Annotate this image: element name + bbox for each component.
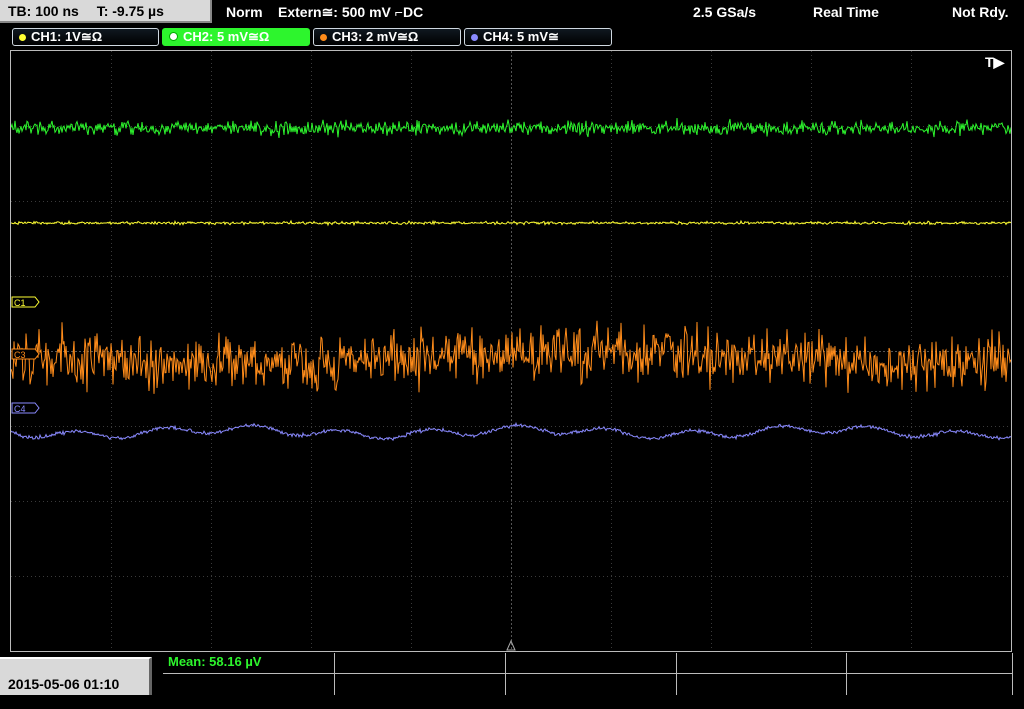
measurement-cell-mean[interactable]: Mean: 58.16 µV: [163, 653, 335, 674]
channel-tab-row: CH1: 1V≅Ω CH2: 5 mV≅Ω CH3: 2 mV≅Ω CH4: 5…: [0, 26, 1024, 48]
ch1-dot-icon: [19, 34, 26, 41]
tab-ch1[interactable]: CH1: 1V≅Ω: [12, 28, 159, 46]
datetime-display: 2015-05-06 01:10: [0, 657, 152, 695]
ch1-label: CH1: 1V≅Ω: [31, 29, 103, 44]
ch2-trace: [11, 118, 1011, 138]
timebase-box[interactable]: TB: 100 ns T: -9.75 µs: [0, 0, 212, 23]
ch1-marker-label: C1: [14, 298, 26, 308]
tab-ch3[interactable]: CH3: 2 mV≅Ω: [313, 28, 461, 46]
top-status-bar: TB: 100 ns T: -9.75 µs Norm Extern≅: 500…: [0, 0, 1024, 26]
trigger-source[interactable]: Extern≅: 500 mV ⌐DC: [278, 0, 423, 24]
measurement-panel: Mean: 58.16 µV: [163, 653, 1013, 695]
measurement-cell[interactable]: [677, 653, 847, 674]
waveform-svg: C1 C3 C4 T▶: [11, 51, 1011, 651]
ch3-marker-label: C3: [14, 350, 26, 360]
ch2-label: CH2: 5 mV≅Ω: [183, 29, 270, 44]
tab-ch4[interactable]: CH4: 5 mV≅: [464, 28, 612, 46]
ch4-marker-label: C4: [14, 404, 26, 414]
measurement-cell[interactable]: [335, 653, 506, 674]
tab-ch2[interactable]: CH2: 5 mV≅Ω: [162, 28, 310, 46]
acquisition-status: Not Rdy.: [952, 4, 1009, 20]
ch3-marker[interactable]: C3: [11, 348, 40, 360]
waveform-display[interactable]: C1 C3 C4 T▶: [10, 50, 1012, 652]
ch4-dot-icon: [471, 34, 478, 41]
ch2-dot-icon: [169, 32, 178, 41]
ch4-marker[interactable]: C4: [11, 402, 40, 414]
acquisition-mode: Real Time: [813, 4, 879, 20]
ch3-label: CH3: 2 mV≅Ω: [332, 29, 419, 44]
trigger-mode[interactable]: Norm: [226, 0, 263, 24]
measurement-cell[interactable]: [506, 653, 677, 674]
measurement-cell[interactable]: [335, 674, 506, 695]
measurement-cell[interactable]: [847, 674, 1013, 695]
measurement-cell[interactable]: [163, 674, 335, 695]
measurement-cell[interactable]: [847, 653, 1013, 674]
ch4-label: CH4: 5 mV≅: [483, 29, 559, 44]
ch3-dot-icon: [320, 34, 327, 41]
measurement-cell[interactable]: [677, 674, 847, 695]
mean-value: Mean: 58.16 µV: [168, 654, 262, 669]
measurement-cell[interactable]: [506, 674, 677, 695]
sample-rate: 2.5 GSa/s: [693, 4, 757, 20]
trigger-position-marker[interactable]: T▶: [985, 54, 1006, 70]
trigger-time-value: T: -9.75 µs: [96, 3, 164, 19]
timebase-value: TB: 100 ns: [8, 3, 79, 19]
ch1-marker[interactable]: C1: [11, 296, 40, 308]
